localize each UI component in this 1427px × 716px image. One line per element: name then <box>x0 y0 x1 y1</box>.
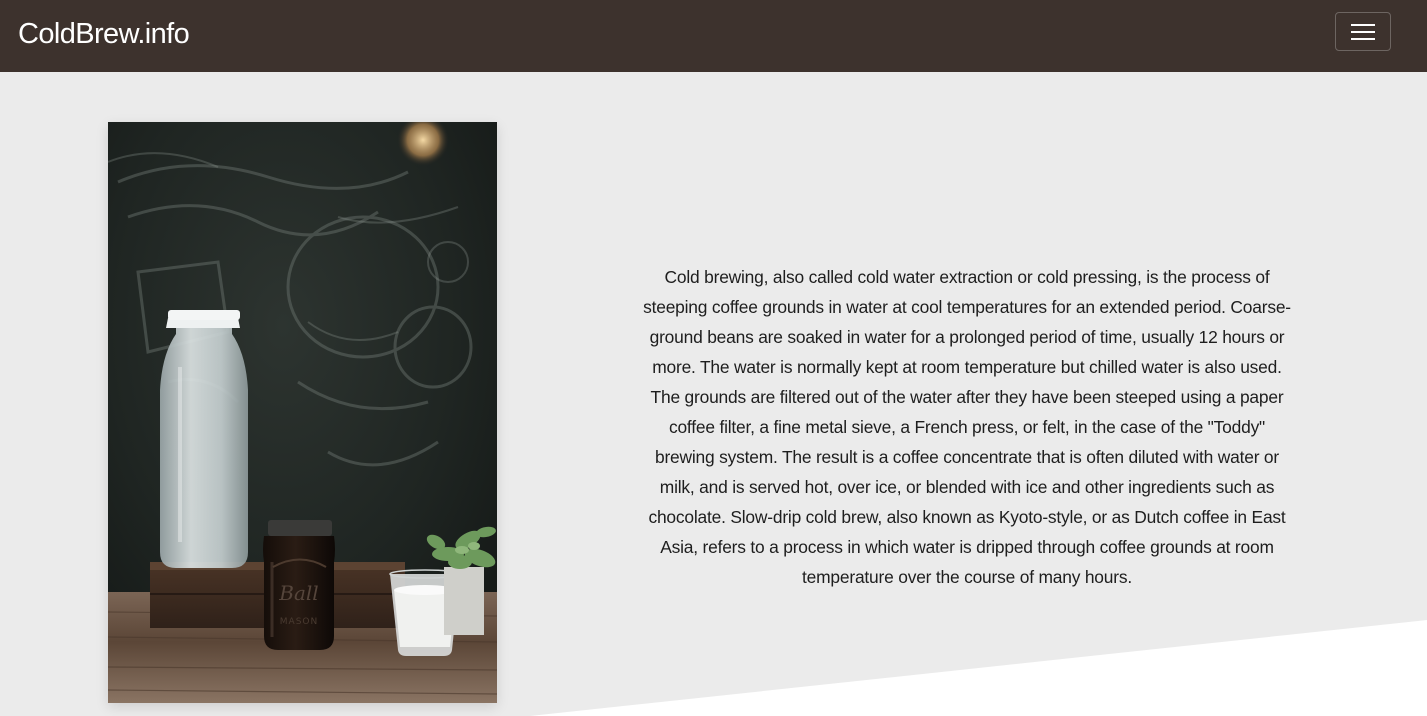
hero-section: Ball MASON Cold brewing, also called col… <box>0 72 1427 716</box>
cold-brew-description: Cold brewing, also called cold water ext… <box>643 267 1291 587</box>
menu-toggle-button[interactable] <box>1335 12 1391 51</box>
top-navbar: ColdBrew.info <box>0 0 1427 72</box>
brand-logo[interactable]: ColdBrew.info <box>18 14 190 54</box>
hamburger-menu-icon <box>1351 24 1375 26</box>
cold-brew-photo: Ball MASON <box>108 122 497 703</box>
svg-text:MASON: MASON <box>280 617 318 627</box>
svg-text:Ball: Ball <box>278 581 318 605</box>
